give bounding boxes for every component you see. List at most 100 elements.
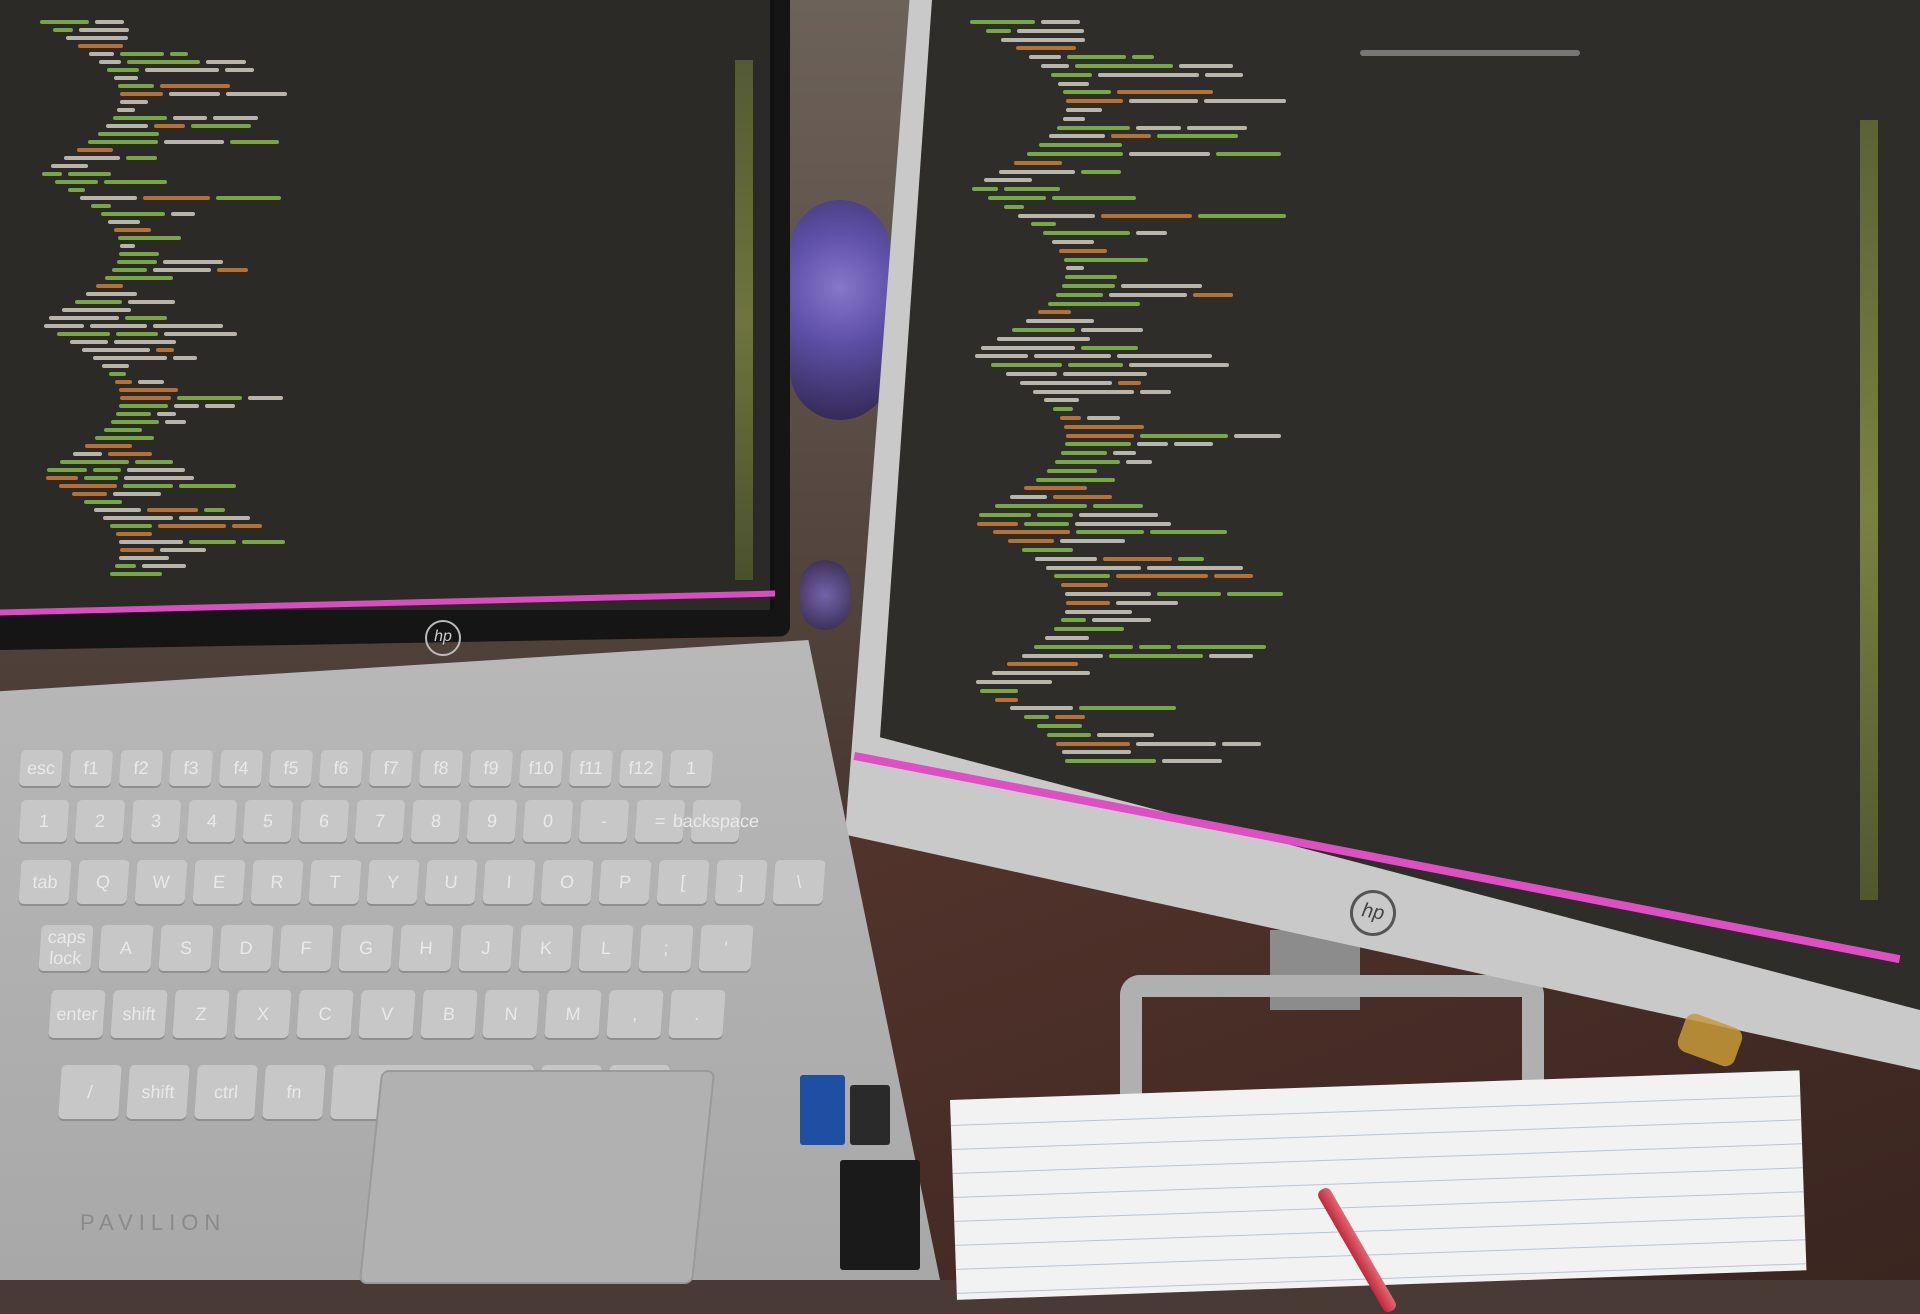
keyboard-key[interactable]: esc (18, 750, 64, 786)
code-segment (92, 356, 167, 360)
keyboard-key[interactable]: f9 (468, 750, 514, 786)
keyboard-key[interactable]: f3 (168, 750, 214, 786)
keyboard-key[interactable]: U (424, 860, 478, 904)
code-segment (1075, 64, 1174, 68)
editor-minimap (1860, 120, 1878, 900)
keyboard-key[interactable]: ; (638, 925, 694, 971)
keyboard-key[interactable]: shift (110, 990, 168, 1038)
code-segment (100, 212, 166, 216)
keyboard-key[interactable]: caps lock (38, 925, 94, 971)
keyboard-key[interactable]: f11 (568, 750, 614, 786)
keyboard-key[interactable]: N (482, 990, 540, 1038)
keyboard-key[interactable]: M (544, 990, 602, 1038)
keyboard-key[interactable]: A (98, 925, 154, 971)
keyboard-key[interactable]: / (58, 1065, 122, 1119)
keyboard-key[interactable]: Q (76, 860, 130, 904)
keyboard-key[interactable]: L (578, 925, 634, 971)
code-segment (1125, 460, 1153, 464)
keyboard-key[interactable]: F (278, 925, 334, 971)
keyboard-key[interactable]: f4 (218, 750, 264, 786)
keyboard-key[interactable]: W (134, 860, 188, 904)
keyboard-key[interactable]: [ (656, 860, 710, 904)
keyboard-key[interactable]: 7 (354, 800, 406, 842)
keyboard-key[interactable]: f7 (368, 750, 414, 786)
keyboard-key[interactable]: D (218, 925, 274, 971)
code-segment (1025, 319, 1094, 324)
code-segment (205, 60, 246, 64)
keyboard-key[interactable]: fn (262, 1065, 326, 1119)
keyboard-key[interactable]: Y (366, 860, 420, 904)
keyboard-key[interactable]: 0 (522, 800, 574, 842)
keyboard-key[interactable]: 9 (466, 800, 518, 842)
keyboard-key[interactable]: f5 (268, 750, 314, 786)
code-segment (1036, 724, 1083, 728)
code-segment (983, 178, 1032, 183)
keyboard-key[interactable]: X (234, 990, 292, 1038)
keyboard-key[interactable]: I (482, 860, 536, 904)
keyboard-key[interactable]: C (296, 990, 354, 1038)
code-segment (1041, 64, 1070, 68)
keyboard-key[interactable]: 6 (298, 800, 350, 842)
keyboard-key[interactable]: ctrl (194, 1065, 258, 1119)
code-segment (1205, 72, 1243, 77)
code-segment (124, 316, 168, 320)
keyboard-key[interactable]: f6 (318, 750, 364, 786)
code-segment (1209, 653, 1254, 658)
code-segment (1065, 759, 1156, 764)
keyboard-key[interactable]: 1 (668, 750, 714, 786)
code-segment (174, 404, 200, 408)
keyboard-key[interactable]: T (308, 860, 362, 904)
keyboard-key[interactable]: f1 (68, 750, 114, 786)
keyboard-key[interactable]: 5 (242, 800, 294, 842)
keyboard-key[interactable]: 1 (18, 800, 70, 842)
code-segment (1135, 125, 1181, 130)
code-segment (59, 484, 117, 488)
keyboard-key[interactable]: 2 (74, 800, 126, 842)
code-segment (1093, 504, 1144, 508)
code-segment (1113, 451, 1137, 456)
keyboard-key[interactable]: \ (772, 860, 826, 904)
keyboard-key[interactable]: , (606, 990, 664, 1038)
editor-minimap (735, 60, 753, 580)
keyboard-key[interactable]: O (540, 860, 594, 904)
keyboard-key[interactable]: B (420, 990, 478, 1038)
code-segment (119, 92, 164, 96)
code-segment (1092, 618, 1152, 623)
keyboard-key[interactable]: R (250, 860, 304, 904)
keyboard-key[interactable]: H (398, 925, 454, 971)
keyboard-key[interactable]: Z (172, 990, 230, 1038)
code-segment (1037, 512, 1074, 517)
office-sticker (840, 1160, 920, 1270)
keyboard-key[interactable]: shift (126, 1065, 190, 1119)
keyboard-key[interactable]: f10 (518, 750, 564, 786)
keyboard-key[interactable]: V (358, 990, 416, 1038)
code-segment (106, 124, 149, 128)
code-segment (44, 324, 84, 328)
keyboard-key[interactable]: ] (714, 860, 768, 904)
keyboard-key[interactable]: f12 (618, 750, 664, 786)
keyboard-key[interactable]: . (668, 990, 726, 1038)
keyboard-key[interactable]: J (458, 925, 514, 971)
code-segment (1214, 574, 1253, 579)
keyboard-key[interactable]: P (598, 860, 652, 904)
code-segment (1081, 328, 1144, 332)
keyboard-key[interactable]: K (518, 925, 574, 971)
keyboard-key[interactable]: f2 (118, 750, 164, 786)
code-segment (142, 564, 187, 568)
keyboard-key[interactable]: E (192, 860, 246, 904)
keyboard-key[interactable]: S (158, 925, 214, 971)
code-segment (1065, 600, 1110, 605)
keyboard-key[interactable]: f8 (418, 750, 464, 786)
code-segment (1049, 134, 1106, 139)
keyboard-key[interactable]: - (578, 800, 630, 842)
keyboard-key[interactable]: G (338, 925, 394, 971)
code-segment (1197, 213, 1286, 218)
keyboard-key[interactable]: 3 (130, 800, 182, 842)
keyboard-key[interactable]: ' (698, 925, 754, 971)
keyboard-key[interactable]: enter (48, 990, 106, 1038)
code-segment (979, 688, 1019, 693)
keyboard-key[interactable]: 4 (186, 800, 238, 842)
keyboard-key[interactable]: tab (18, 860, 72, 904)
keyboard-key[interactable]: backspace (672, 800, 760, 842)
keyboard-key[interactable]: 8 (410, 800, 462, 842)
